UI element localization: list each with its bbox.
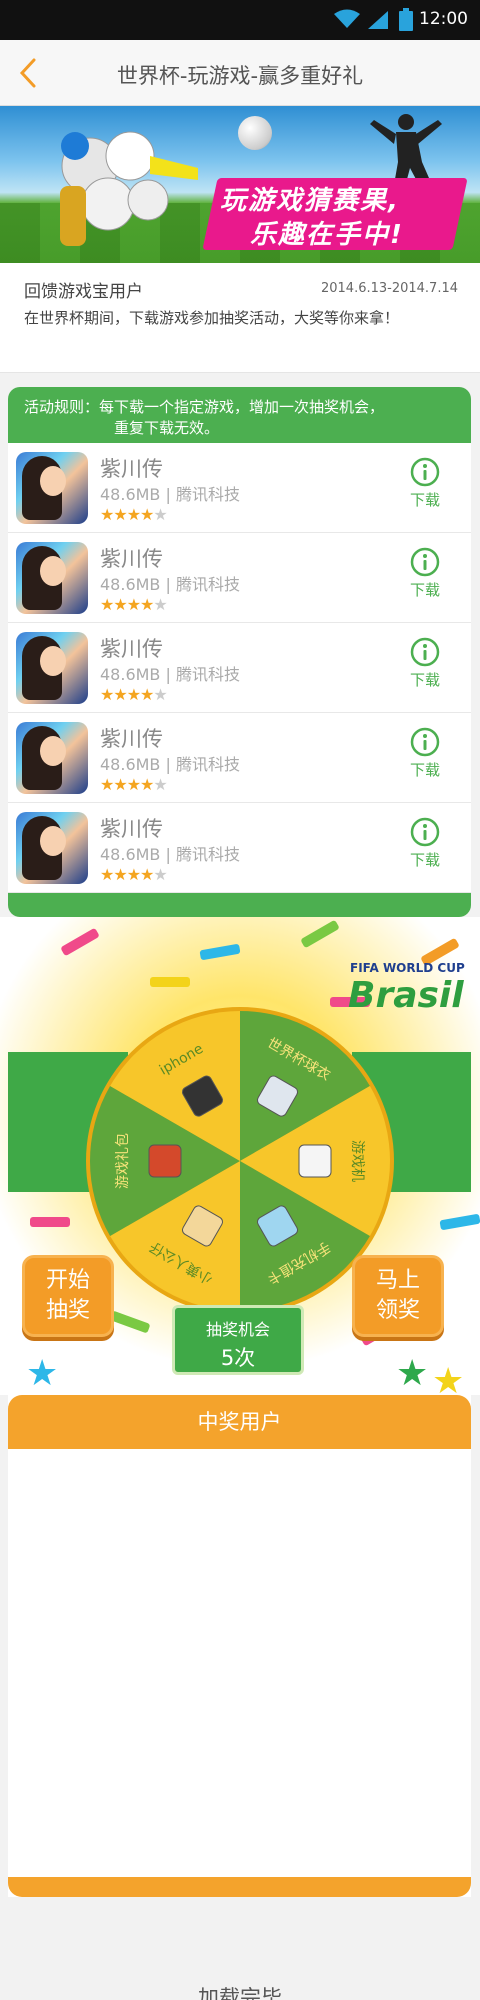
rating-stars: ★★★★★	[100, 775, 168, 794]
wifi-icon	[334, 9, 360, 28]
download-icon	[410, 727, 440, 757]
fifa-world-cup-text: FIFA WORLD CUP	[350, 961, 465, 975]
download-button[interactable]: 下载	[399, 727, 451, 780]
game-row: 紫川传 48.6MB | 腾讯科技 ★★★★★ 下载	[8, 713, 471, 803]
game-thumbnail[interactable]	[16, 722, 88, 794]
download-icon	[410, 817, 440, 847]
game-publisher: 腾讯科技	[175, 485, 240, 504]
game-thumbnail[interactable]	[16, 632, 88, 704]
game-size: 48.6MB	[100, 575, 161, 594]
game-publisher: 腾讯科技	[175, 755, 240, 774]
event-target: 回馈游戏宝用户	[24, 282, 143, 302]
game-name: 紫川传	[100, 817, 163, 841]
download-button[interactable]: 下载	[399, 817, 451, 870]
rules-text-line-2: 重复下载无效。	[114, 419, 220, 437]
download-icon	[410, 457, 440, 487]
claim-prize-label-2: 领奖	[375, 1298, 420, 1323]
start-draw-label-2: 抽奖	[45, 1298, 90, 1323]
game-row: 紫川传 48.6MB | 腾讯科技 ★★★★★ 下载	[8, 443, 471, 533]
promo-banner: 玩游戏猜赛果, 乐趣在手中!	[0, 106, 480, 263]
app-header: 世界杯-玩游戏-赢多重好礼	[0, 40, 480, 106]
game-size: 48.6MB	[100, 665, 161, 684]
draw-chances-label: 抽奖机会	[205, 1320, 270, 1339]
game-name: 紫川传	[100, 547, 163, 571]
rating-stars: ★★★★★	[100, 865, 168, 884]
wheel-prize-label: 游戏机	[349, 1140, 365, 1182]
game-size: 48.6MB	[100, 755, 161, 774]
download-button[interactable]: 下载	[399, 457, 451, 510]
download-label: 下载	[409, 761, 440, 779]
game-row: 紫川传 48.6MB | 腾讯科技 ★★★★★ 下载	[8, 623, 471, 713]
game-size: 48.6MB	[100, 485, 161, 504]
start-draw-button[interactable]: 开始 抽奖	[22, 1255, 114, 1337]
download-label: 下载	[409, 491, 440, 509]
game-size: 48.6MB	[100, 845, 161, 864]
winners-footer-bar	[8, 1877, 471, 1897]
confetti-decoration	[439, 1213, 480, 1231]
confetti-decoration	[30, 1217, 70, 1227]
game-publisher: 腾讯科技	[175, 665, 240, 684]
game-publisher: 腾讯科技	[175, 575, 240, 594]
winners-panel: 中奖用户	[8, 1395, 471, 1897]
page-title: 世界杯-玩游戏-赢多重好礼	[116, 64, 364, 88]
game-name: 紫川传	[100, 727, 163, 751]
game-meta: 48.6MB | 腾讯科技	[100, 485, 240, 504]
slogan-line-1: 玩游戏猜赛果,	[220, 186, 400, 216]
download-label: 下载	[409, 581, 440, 599]
game-row: 紫川传 48.6MB | 腾讯科技 ★★★★★ 下载	[8, 533, 471, 623]
game-name: 紫川传	[100, 637, 163, 661]
lottery-section: FIFA WORLD CUP Brasil 世界杯球衣 游戏机 手机充值卡 小黄人公仔…	[0, 917, 480, 1395]
claim-prize-label-1: 马上	[375, 1268, 420, 1293]
download-label: 下载	[409, 851, 440, 869]
confetti-decoration	[60, 927, 100, 957]
battery-icon	[399, 8, 413, 31]
soccer-ball	[238, 116, 272, 150]
star-decoration: ★	[26, 1353, 59, 1394]
download-button[interactable]: 下载	[399, 637, 451, 690]
download-icon	[410, 547, 440, 577]
game-meta: 48.6MB | 腾讯科技	[100, 665, 240, 684]
rating-stars: ★★★★★	[100, 685, 168, 704]
download-icon	[410, 637, 440, 667]
game-name: 紫川传	[100, 457, 163, 481]
star-decoration: ★	[396, 1353, 429, 1394]
event-description: 在世界杯期间，下载游戏参加抽奖活动，大奖等你来拿！	[24, 309, 400, 327]
event-date: 2014.6.13-2014.7.14	[320, 281, 458, 296]
game-list: 紫川传 48.6MB | 腾讯科技 ★★★★★ 下载 紫川传 48.6MB | …	[8, 443, 471, 893]
game-row: 紫川传 48.6MB | 腾讯科技 ★★★★★ 下载	[8, 803, 471, 893]
signal-icon	[368, 11, 388, 29]
trophy-balls-illustration	[60, 131, 198, 246]
game-thumbnail[interactable]	[16, 452, 88, 524]
game-meta: 48.6MB | 腾讯科技	[100, 575, 240, 594]
game-thumbnail[interactable]	[16, 542, 88, 614]
draw-chances-box: 抽奖机会 5次	[172, 1305, 304, 1375]
prize-wheel: 世界杯球衣游戏机手机充值卡小黄人公仔游戏礼包iphone	[86, 1007, 394, 1315]
confetti-decoration	[199, 943, 241, 961]
game-meta: 48.6MB | 腾讯科技	[100, 755, 240, 774]
load-complete-text: 加载完毕	[198, 1986, 282, 2000]
confetti-decoration	[150, 977, 190, 987]
winners-title: 中奖用户	[8, 1395, 471, 1449]
download-button[interactable]: 下载	[399, 547, 451, 600]
prize-icon	[148, 1144, 182, 1178]
wheel-prize-label: 游戏礼包	[115, 1133, 131, 1189]
start-draw-label-1: 开始	[45, 1268, 90, 1293]
status-bar: 12:00	[0, 0, 480, 40]
star-decoration: ★	[432, 1361, 465, 1395]
prize-icon	[298, 1144, 332, 1178]
game-publisher: 腾讯科技	[175, 845, 240, 864]
rating-stars: ★★★★★	[100, 505, 168, 524]
rules-text-line-1: 活动规则：每下载一个指定游戏，增加一次抽奖机会，	[24, 398, 385, 416]
rules-card: 活动规则：每下载一个指定游戏，增加一次抽奖机会， 重复下载无效。 紫川传 48.…	[8, 387, 471, 917]
draw-chances-count: 5次	[220, 1346, 256, 1370]
game-thumbnail[interactable]	[16, 812, 88, 884]
rating-stars: ★★★★★	[100, 595, 168, 614]
slogan-line-2: 乐趣在手中!	[250, 220, 404, 250]
confetti-decoration	[300, 919, 340, 949]
download-label: 下载	[409, 671, 440, 689]
claim-prize-button[interactable]: 马上 领奖	[352, 1255, 444, 1337]
game-meta: 48.6MB | 腾讯科技	[100, 845, 240, 864]
clock: 12:00	[419, 9, 468, 29]
event-info: 回馈游戏宝用户 2014.6.13-2014.7.14 在世界杯期间，下载游戏参…	[0, 263, 480, 373]
